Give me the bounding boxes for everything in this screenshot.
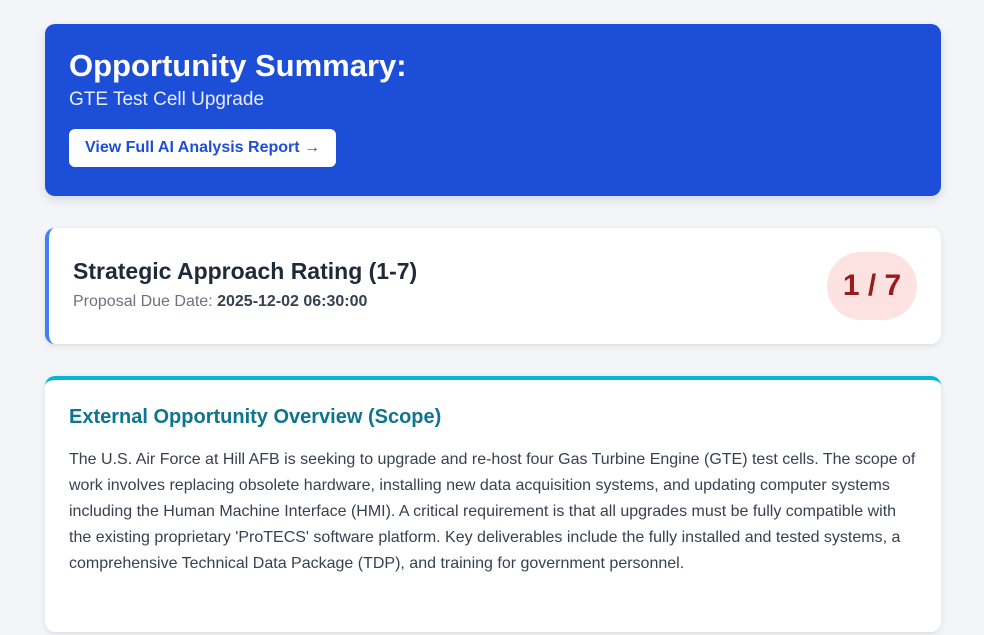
scope-card: External Opportunity Overview (Scope) Th…	[45, 376, 941, 632]
scope-body: The U.S. Air Force at Hill AFB is seekin…	[69, 451, 916, 572]
scope-title: External Opportunity Overview (Scope)	[69, 406, 442, 428]
page-title: Opportunity Summary:	[69, 48, 407, 83]
rating-title: Strategic Approach Rating (1-7)	[73, 258, 418, 284]
opportunity-header: Opportunity Summary: GTE Test Cell Upgra…	[45, 24, 941, 196]
rating-card: Strategic Approach Rating (1-7) Proposal…	[45, 228, 941, 344]
rating-badge: 1 / 7	[827, 252, 917, 320]
view-report-button[interactable]: View Full AI Analysis Report →	[69, 129, 337, 167]
due-date-label: Proposal Due Date:	[73, 293, 213, 310]
due-date-value: 2025-12-02 06:30:00	[217, 293, 368, 310]
due-date: Proposal Due Date: 2025-12-02 06:30:00	[73, 293, 917, 311]
opportunity-name: GTE Test Cell Upgrade	[69, 89, 265, 110]
